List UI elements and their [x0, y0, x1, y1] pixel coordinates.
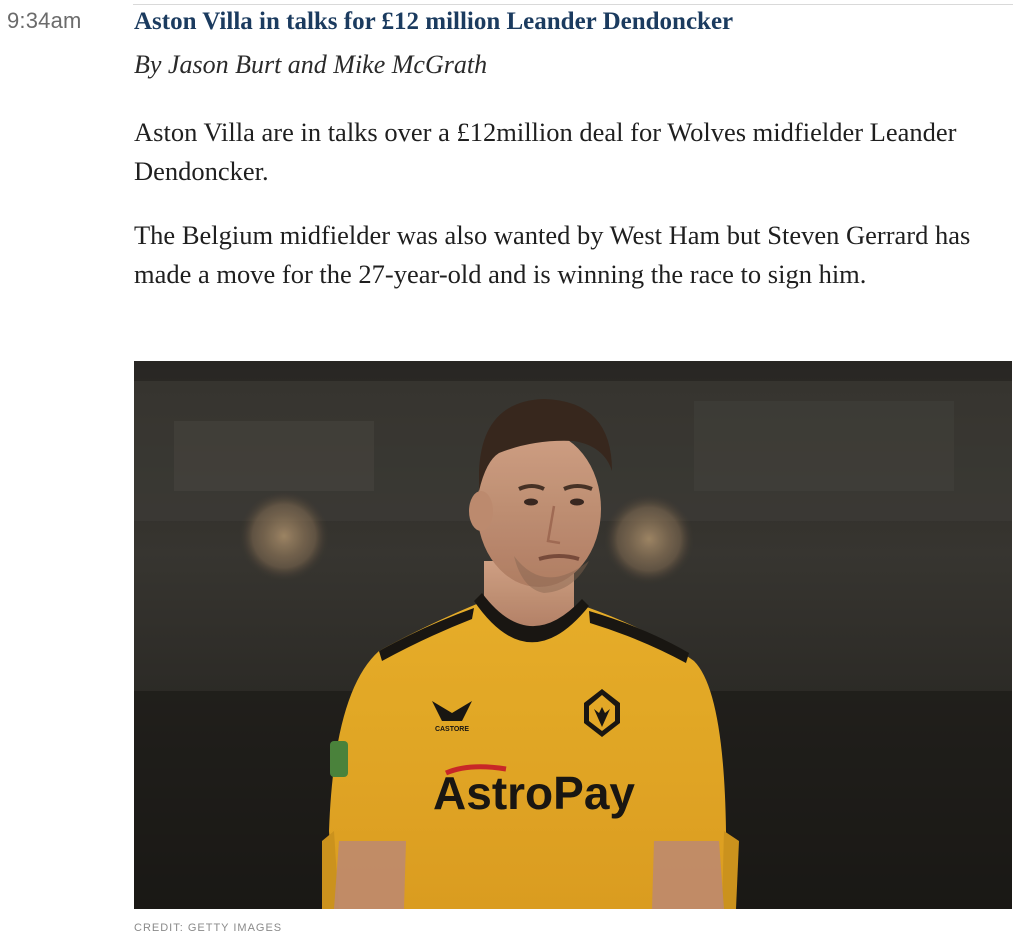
entry-headline[interactable]: Aston Villa in talks for £12 million Lea… [134, 8, 733, 36]
entry-paragraph-2: The Belgium midfielder was also wanted b… [134, 220, 971, 289]
entry-byline: By Jason Burt and Mike McGrath [134, 50, 488, 79]
player-photo: CASTORE AstroPay [134, 361, 1012, 909]
entry-timestamp: 9:34am [7, 8, 82, 33]
entry-paragraph-1: Aston Villa are in talks over a £12milli… [134, 117, 957, 186]
entry-divider [133, 4, 1013, 5]
photo-credit: CREDIT: GETTY IMAGES [134, 922, 283, 933]
live-blog-page: 9:34am Aston Villa in talks for £12 mill… [0, 0, 1024, 933]
